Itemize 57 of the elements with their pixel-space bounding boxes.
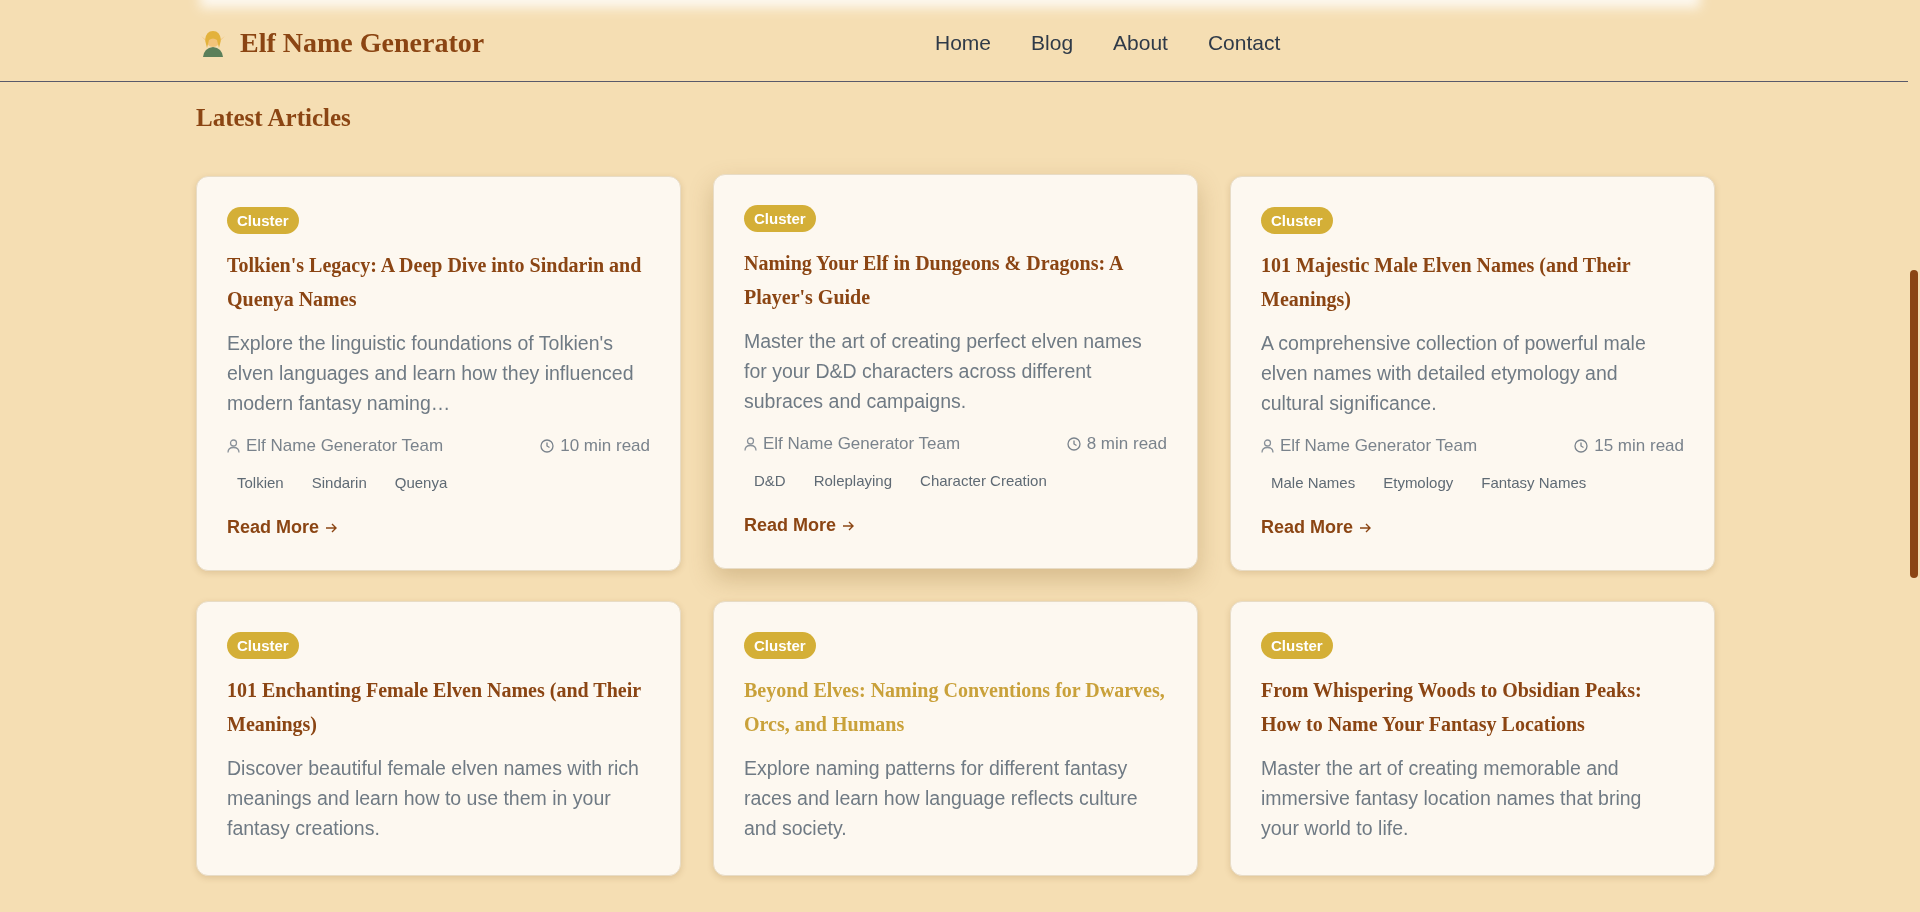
category-badge: Cluster xyxy=(744,205,816,232)
logo-text[interactable]: Elf Name Generator xyxy=(240,26,485,59)
arrow-right-icon xyxy=(842,519,855,532)
category-badge: Cluster xyxy=(227,632,299,659)
clock-icon xyxy=(1574,439,1589,453)
user-icon xyxy=(227,439,240,453)
scrollbar-thumb[interactable] xyxy=(1910,270,1918,578)
read-time: 8 min read xyxy=(1086,434,1167,454)
article-title[interactable]: 101 Majestic Male Elven Names (and Their Meanings) xyxy=(1261,248,1684,316)
section-title: Latest Articles xyxy=(196,104,352,132)
user-icon xyxy=(744,437,757,451)
arrow-right-icon xyxy=(1359,521,1372,534)
nav-link[interactable]: Blog xyxy=(1031,30,1074,55)
article-description: Master the art of creating perfect elven names for your D&D characters across different subraces and campaigns. xyxy=(744,329,1143,414)
category-badge: Cluster xyxy=(744,632,816,659)
tag-label: Character Creation xyxy=(919,471,1048,491)
author-name: Elf Name Generator Team xyxy=(763,434,961,454)
user-icon xyxy=(1261,439,1274,453)
category-badge: Cluster xyxy=(1261,632,1333,659)
category-badge: Cluster xyxy=(1261,207,1333,234)
read-more-link[interactable]: Read More xyxy=(227,517,338,538)
article-description: Master the art of creating memorable and immersive fantasy location names that bring your world to life. xyxy=(1261,756,1643,841)
tag-label: Roleplaying xyxy=(812,471,894,491)
author-name: Elf Name Generator Team xyxy=(246,436,444,456)
nav-link[interactable]: About xyxy=(1113,30,1168,55)
article-card[interactable] xyxy=(1230,176,1715,571)
tag-label: Quenya xyxy=(393,473,449,493)
tag-label: Etymology xyxy=(1382,473,1455,493)
tag-label: Sindarin xyxy=(310,473,368,493)
article-description: Explore the linguistic foundations of Tolkien's elven languages and learn how they influenced modern fantasy naming… xyxy=(227,331,635,416)
nav-link[interactable]: Home xyxy=(935,30,992,55)
read-time: 15 min read xyxy=(1594,436,1684,456)
article-title[interactable]: From Whispering Woods to Obsidian Peaks: How to Name Your Fantasy Locations xyxy=(1261,673,1684,741)
read-more-link[interactable]: Read More xyxy=(1261,517,1372,538)
tag-label: Fantasy Names xyxy=(1480,473,1588,493)
author-name: Elf Name Generator Team xyxy=(1280,436,1478,456)
tag-label: Male Names xyxy=(1270,473,1357,493)
article-card[interactable]: Cluster From Whispering Woods to Obsidian Peaks: How to Name Your Fantasy Locations Master the art of creating memorable and immersive fantasy location names that bring your world to life. xyxy=(1230,601,1715,876)
article-title[interactable]: 101 Enchanting Female Elven Names (and Their Meanings) xyxy=(227,673,650,741)
read-more-link[interactable]: Read More xyxy=(744,515,855,536)
article-title[interactable]: Tolkien's Legacy: A Deep Dive into Sindarin and Quenya Names xyxy=(227,248,650,316)
tag-label: Tolkien xyxy=(236,473,285,493)
article-card[interactable] xyxy=(713,174,1198,569)
article-card[interactable] xyxy=(196,176,681,571)
article-card[interactable]: Cluster Beyond Elves: Naming Conventions for Dwarves, Orcs, and Humans Explore naming patterns for different fantasy races and learn how language reflects culture and society. xyxy=(713,601,1198,876)
read-time: 10 min read xyxy=(560,436,650,456)
clock-icon xyxy=(540,439,555,453)
category-badge: Cluster xyxy=(227,207,299,234)
nav-link[interactable]: Contact xyxy=(1207,30,1281,55)
tag-label: D&D xyxy=(753,471,787,491)
article-card[interactable]: Cluster 101 Enchanting Female Elven Names (and Their Meanings) Discover beautiful female elven names with rich meanings and learn how to use them in your fantasy creations. xyxy=(196,601,681,876)
arrow-right-icon xyxy=(325,521,338,534)
clock-icon xyxy=(1066,437,1081,451)
article-description: Discover beautiful female elven names with rich meanings and learn how to use them in your fantasy creations. xyxy=(227,756,640,841)
article-description: Explore naming patterns for different fantasy races and learn how language reflects culture and society. xyxy=(744,756,1139,841)
article-title[interactable]: Naming Your Elf in Dungeons & Dragons: A Player's Guide xyxy=(744,246,1167,314)
article-description: A comprehensive collection of powerful male elven names with detailed etymology and cultural significance. xyxy=(1261,331,1647,416)
